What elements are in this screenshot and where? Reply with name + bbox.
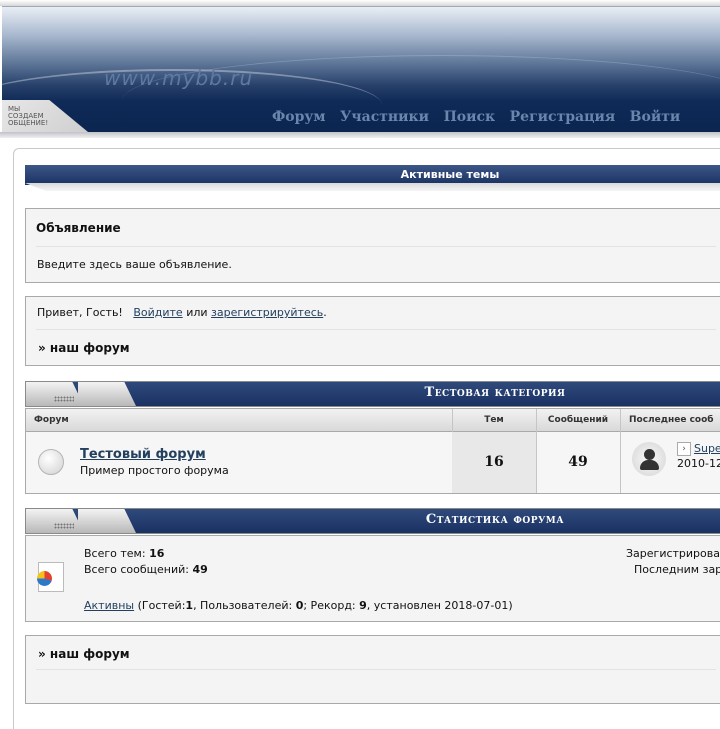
announcement-box: Объявление Введите здесь ваше объявление…	[25, 208, 720, 283]
avatar[interactable]	[632, 442, 666, 476]
last-post-link[interactable]: Supe	[694, 442, 720, 455]
nav-users[interactable]: Участники	[340, 109, 429, 125]
total-posts: Всего сообщений: 49	[84, 563, 208, 576]
grip-dots	[54, 523, 74, 529]
welcome-box: Привет, Гость! Войдите или зарегистрируй…	[25, 296, 720, 366]
nav-search[interactable]: Поиск	[444, 109, 496, 125]
grip-dots	[54, 396, 74, 402]
stats-box: Всего тем: 16 Всего сообщений: 49 Зареги…	[25, 535, 720, 622]
header-tab	[78, 382, 136, 406]
pie-chart-icon	[37, 571, 52, 586]
forum-status-icon	[38, 449, 64, 475]
avatar-head	[644, 449, 655, 460]
col-forum: Форум	[34, 415, 69, 425]
announcement-title: Объявление	[36, 221, 121, 235]
col-posts: Сообщений	[547, 415, 609, 425]
col-divider	[620, 409, 621, 493]
avatar-body	[640, 460, 659, 470]
active-topics-shadow	[25, 183, 720, 191]
col-topics: Тем	[484, 415, 504, 425]
total-posts-value: 49	[192, 563, 208, 576]
header-tab	[26, 509, 84, 533]
stats-header: Статистика форума	[25, 508, 720, 534]
slogan-text: МЫ СОЗДАЕМ ОБЩЕНИЕ!	[8, 105, 49, 127]
active-topics-link[interactable]: Активные темы	[275, 168, 625, 181]
online-guests-value: 1	[185, 599, 194, 612]
header-tab	[78, 509, 136, 533]
nav-forum[interactable]: Форум	[272, 109, 326, 125]
col-last-post: Последнее сооб	[629, 415, 714, 425]
header-tab	[26, 382, 84, 406]
online-users-label: , Пользователей:	[193, 599, 293, 612]
site-header: www.mybb.ru МЫ СОЗДАЕМ ОБЩЕНИЕ! Форум Уч…	[0, 0, 720, 138]
active-topics-bar: Активные темы	[25, 165, 720, 193]
total-posts-label: Всего сообщений:	[84, 563, 189, 576]
divider	[36, 246, 716, 247]
footer-box: » наш форум	[25, 635, 720, 704]
nav-register[interactable]: Регистрация	[510, 109, 616, 125]
header-bottom-line	[0, 132, 720, 138]
forum-link[interactable]: Тестовый форум	[80, 447, 206, 462]
site-logo[interactable]: www.mybb.ru	[104, 66, 253, 90]
breadcrumb[interactable]: » наш форум	[38, 341, 130, 355]
welcome-line: Привет, Гость! Войдите или зарегистрируй…	[37, 306, 327, 319]
registered-label: Зарегистрирова	[626, 547, 720, 560]
total-topics-label: Всего тем:	[84, 547, 146, 560]
divider	[36, 669, 716, 670]
nav-login[interactable]: Войти	[630, 109, 681, 125]
last-post-date: 2010-12	[677, 457, 720, 470]
login-link[interactable]: Войдите	[133, 306, 182, 319]
category-title[interactable]: Тестовая категория	[264, 385, 720, 400]
category-header: Тестовая категория	[25, 381, 720, 407]
greeting-text: Привет, Гость!	[37, 306, 123, 319]
last-registered-label: Последним зар	[634, 563, 720, 576]
period-text: .	[323, 306, 327, 319]
stats-title: Статистика форума	[425, 512, 565, 527]
stats-icon	[37, 562, 64, 592]
forum-table: Форум Тем Сообщений Последнее сооб Тесто…	[25, 408, 720, 494]
record-value: 9	[359, 599, 367, 612]
divider	[36, 329, 716, 330]
register-link[interactable]: зарегистрируйтесь	[211, 306, 323, 319]
online-link[interactable]: Активны	[84, 599, 134, 612]
total-topics-value: 16	[149, 547, 165, 560]
go-to-post-icon[interactable]: ›	[677, 442, 691, 456]
announcement-text: Введите здесь ваше объявление.	[37, 258, 232, 271]
record-date: , установлен 2018-07-01)	[366, 599, 513, 612]
online-guests-label: (Гостей:	[137, 599, 186, 612]
forum-description: Пример простого форума	[80, 464, 229, 477]
or-text: или	[186, 306, 208, 319]
record-label: ; Рекорд:	[303, 599, 356, 612]
forum-topics: 16	[484, 454, 504, 470]
footer-breadcrumb[interactable]: » наш форум	[38, 647, 130, 661]
online-line: Активны (Гостей:1, Пользователей: 0; Рек…	[84, 599, 513, 612]
main-nav: Форум Участники Поиск Регистрация Войти	[272, 109, 691, 125]
total-topics: Всего тем: 16	[84, 547, 164, 560]
forum-posts: 49	[568, 454, 588, 470]
